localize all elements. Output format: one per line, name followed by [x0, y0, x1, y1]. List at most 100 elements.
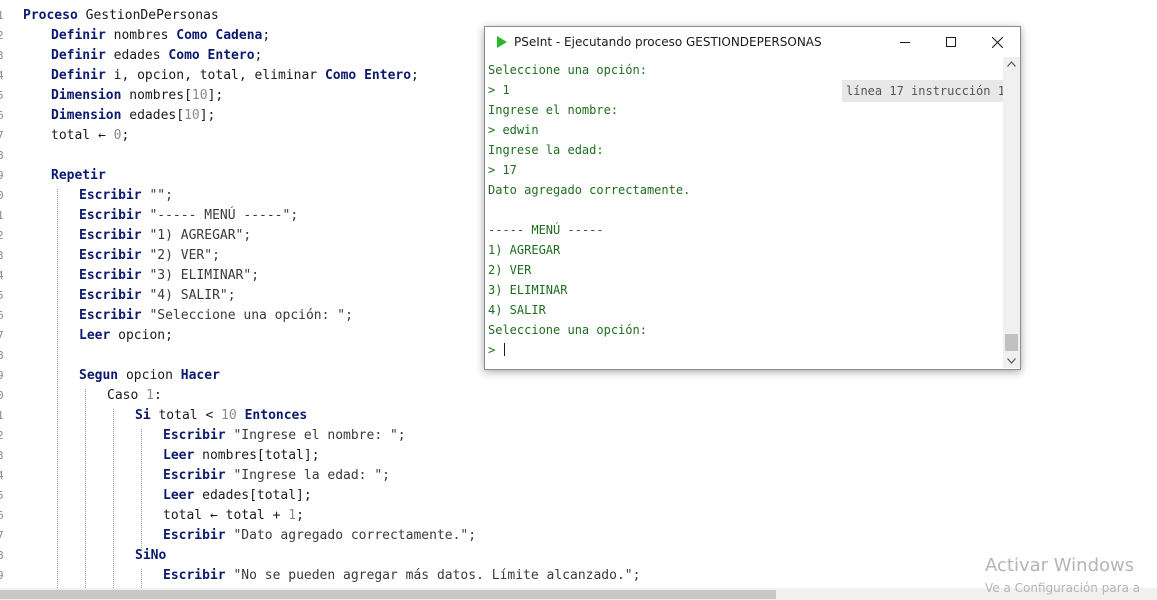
maximize-button[interactable]: [928, 27, 974, 57]
close-button[interactable]: [974, 27, 1020, 57]
code-token: Escribir: [163, 528, 226, 543]
console-line: > edwin: [488, 120, 539, 140]
line-number: 1: [0, 9, 4, 22]
code-token: Caso: [107, 388, 147, 403]
code-token: nombres: [105, 28, 177, 43]
horizontal-scrollbar-thumb[interactable]: [0, 590, 776, 599]
line-number: 5: [0, 489, 4, 502]
code-token: Escribir: [79, 248, 142, 263]
minimize-button[interactable]: [882, 27, 928, 57]
console-line-text: >: [488, 343, 503, 357]
console-line: ----- MENÚ -----: [488, 220, 604, 240]
line-number: 8: [0, 549, 4, 562]
console-line: 2) VER: [488, 260, 531, 280]
code-line: Escribir "No se pueden agregar más datos…: [163, 566, 640, 586]
code-line: Si total < 10 Entonces: [135, 406, 307, 426]
code-token: Definir: [51, 48, 106, 63]
code-token: Escribir: [163, 568, 226, 583]
code-token: "Ingrese el nombre: ";: [225, 428, 406, 443]
code-token: ;: [121, 128, 130, 143]
code-token: Escribir: [79, 228, 142, 243]
code-token: Leer: [163, 448, 195, 463]
line-number: 9: [0, 569, 4, 582]
console-line-text: ----- MENÚ -----: [488, 223, 604, 237]
scroll-up-button[interactable]: [1003, 57, 1020, 71]
line-number: 2: [0, 229, 4, 242]
code-token: Escribir: [163, 468, 226, 483]
console-output[interactable]: Seleccione una opción: > 1 Ingrese el nomb…: [485, 57, 1005, 368]
code-token: edades[: [121, 108, 185, 123]
code-token: opcion: [118, 368, 181, 383]
console-window[interactable]: PSeInt - Ejecutando proceso GESTIONDEPER…: [484, 26, 1021, 370]
line-number: 2: [0, 29, 4, 42]
code-line: Escribir "4) SALIR";: [79, 286, 236, 306]
code-token: Entonces: [244, 408, 308, 423]
text-cursor: [504, 343, 506, 356]
console-vertical-scrollbar[interactable]: [1003, 57, 1020, 368]
code-token: Escribir: [79, 308, 142, 323]
code-line: Caso 1:: [107, 386, 162, 406]
minimize-icon: [900, 42, 910, 43]
code-token: 10: [221, 408, 237, 423]
code-token: "2) VER";: [141, 248, 220, 263]
activate-windows-subtitle: Ve a Configuración para a: [985, 581, 1141, 595]
code-token: "----- MENÚ -----";: [141, 208, 299, 223]
code-token: opcion;: [110, 328, 173, 343]
code-token: 1: [146, 388, 154, 403]
code-token: total <: [150, 408, 222, 423]
scroll-down-button[interactable]: [1003, 354, 1020, 368]
code-token: Hacer: [180, 368, 220, 383]
code-token: Repetir: [51, 168, 106, 183]
console-line-text: > 17: [488, 163, 517, 177]
code-line: Definir edades Como Entero;: [51, 46, 262, 66]
console-line-text: 1) AGREGAR: [488, 243, 561, 257]
console-input-line[interactable]: >: [488, 340, 506, 360]
console-line-text: 2) VER: [488, 263, 532, 277]
code-token: total ← total +: [163, 508, 289, 523]
horizontal-scrollbar[interactable]: [0, 588, 1157, 600]
code-token: ;: [411, 68, 419, 83]
code-token: nombres[: [121, 88, 192, 103]
console-line: > 17: [488, 160, 517, 180]
code-token: 1: [288, 508, 297, 523]
indent-guide: [57, 189, 58, 588]
code-token: Proceso: [23, 8, 78, 23]
code-token: Escribir: [79, 288, 142, 303]
pseint-app-icon: [497, 36, 507, 48]
console-line-text: 3) ELIMINAR: [488, 283, 568, 297]
chevron-up-icon: [1007, 61, 1016, 67]
console-scrollbar-thumb[interactable]: [1005, 334, 1018, 351]
code-token: "Ingrese la edad: ";: [225, 468, 390, 483]
line-number: 3: [0, 249, 4, 262]
code-token: Dimension: [51, 88, 122, 103]
activate-windows-title: Activar Windows: [985, 555, 1135, 576]
code-line: Definir i, opcion, total, eliminar Como …: [51, 66, 419, 86]
code-line: Escribir "Dato agregado correctamente.";: [163, 526, 476, 546]
console-line-text: Ingrese la edad:: [488, 143, 604, 157]
console-line: 4) SALIR: [488, 300, 546, 320]
code-token: Definir: [51, 68, 106, 83]
code-token: Si: [135, 408, 151, 423]
code-line: total ← 0;: [51, 126, 129, 146]
code-token: "Dato agregado correctamente.";: [225, 528, 477, 543]
code-line: Dimension nombres[10];: [51, 86, 223, 106]
code-token: 10: [191, 88, 208, 103]
console-line-text: > edwin: [488, 123, 539, 137]
code-token: Como Entero: [168, 48, 255, 63]
code-line: Proceso GestionDePersonas: [23, 6, 219, 26]
line-number: 4: [0, 469, 4, 482]
console-line-text: Ingrese el nombre:: [488, 103, 619, 117]
line-number: 0: [0, 189, 4, 202]
line-number: 7: [0, 529, 4, 542]
line-number: 8: [0, 349, 4, 362]
code-token: Definir: [51, 28, 106, 43]
line-number: 9: [0, 169, 4, 182]
console-titlebar[interactable]: PSeInt - Ejecutando proceso GESTIONDEPER…: [485, 27, 1020, 57]
code-token: "4) SALIR";: [141, 288, 236, 303]
line-number: 7: [0, 129, 4, 142]
indent-guide: [141, 429, 142, 548]
code-token: "No se pueden agregar más datos. Límite …: [225, 568, 641, 583]
code-line: Escribir "1) AGREGAR";: [79, 226, 251, 246]
code-line: Escribir "Ingrese el nombre: ";: [163, 426, 406, 446]
code-token: edades: [105, 48, 169, 63]
